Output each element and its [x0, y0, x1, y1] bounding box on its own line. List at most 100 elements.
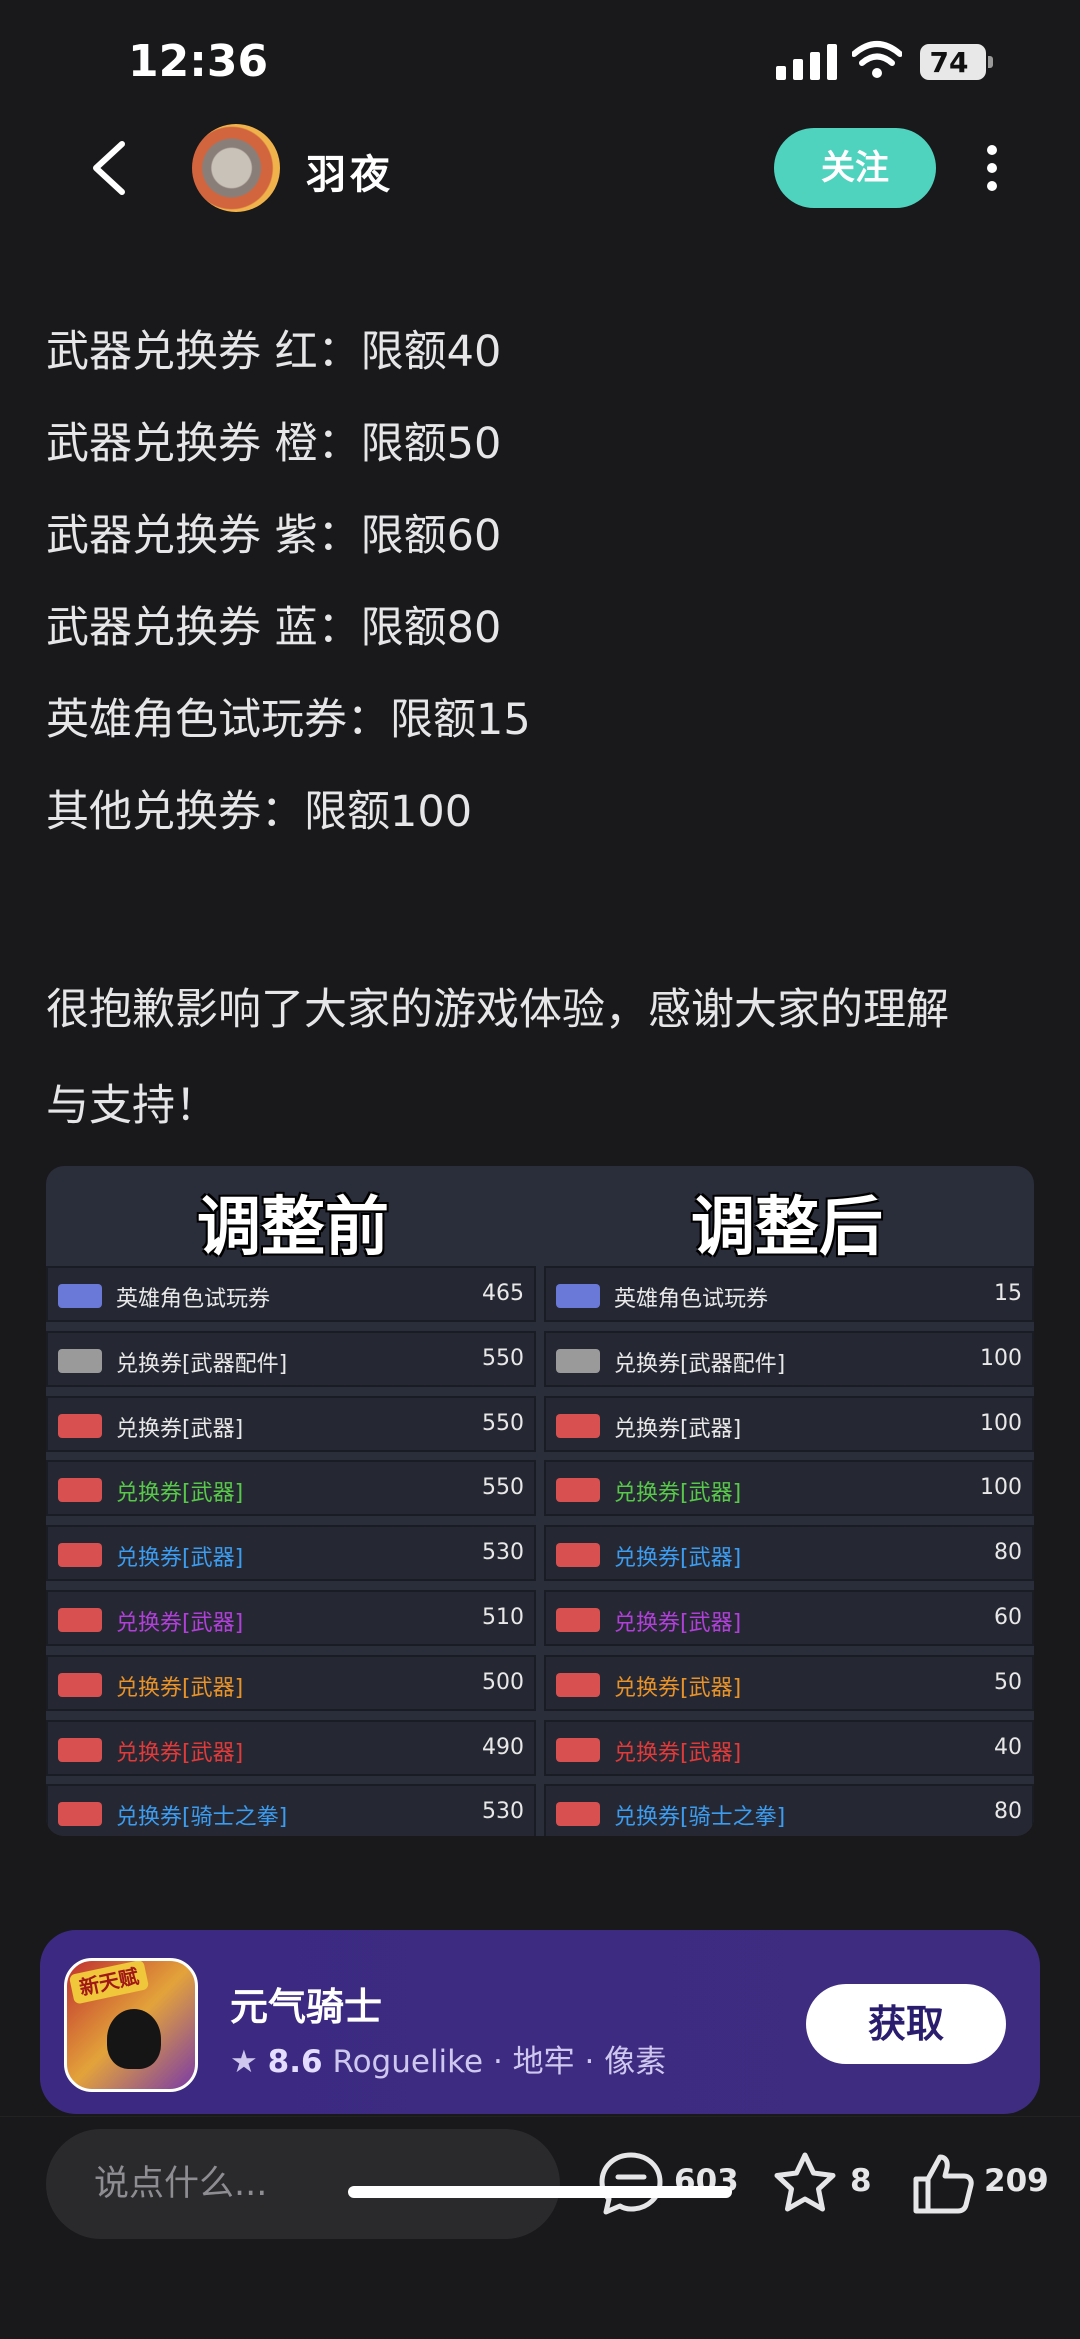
ticket-quota: 490: [482, 1734, 524, 1760]
closing-paragraph: 很抱歉影响了大家的游戏体验，感谢大家的理解 与支持！: [46, 962, 1046, 1154]
quota-line: 武器兑换券 橙：限额50: [46, 419, 502, 469]
ticket-icon: [58, 1672, 102, 1697]
battery-level: 74: [929, 46, 969, 79]
ticket-quota: 100: [980, 1410, 1022, 1436]
quota-line: 其他兑换券：限额100: [46, 787, 473, 837]
ticket-row: 兑换券[武器] 500: [46, 1654, 536, 1711]
game-rating: 8.6: [267, 2044, 323, 2080]
ticket-row: 兑换券[武器] 50: [544, 1654, 1034, 1711]
signal-icon: [776, 44, 837, 80]
ticket-icon: [58, 1478, 102, 1503]
ticket-name: 兑换券[武器]: [116, 1610, 244, 1636]
wifi-icon: [852, 41, 902, 78]
battery-icon: 74: [920, 44, 994, 80]
ticket-row: 兑换券[骑士之拳] 530: [46, 1784, 536, 1836]
quota-line: 英雄角色试玩券：限额15: [46, 695, 531, 745]
game-icon-badge: 新天赋: [68, 1961, 150, 2005]
ticket-row: 兑换券[武器] 40: [544, 1719, 1034, 1776]
ticket-icon: [58, 1802, 102, 1827]
ticket-row: 兑换券[骑士之拳] 80: [544, 1784, 1034, 1836]
ticket-icon: [58, 1348, 102, 1373]
before-title: 调整前: [197, 1191, 389, 1265]
thumbs-up-icon: [913, 2154, 974, 2214]
ticket-row: 兑换券[武器] 490: [46, 1719, 536, 1776]
like-count: 209: [984, 2163, 1049, 2199]
ticket-quota: 100: [980, 1345, 1022, 1371]
home-indicator: [348, 2186, 732, 2198]
ticket-name: 兑换券[武器]: [614, 1481, 742, 1507]
ticket-quota: 465: [482, 1281, 524, 1306]
ticket-icon: [556, 1672, 600, 1697]
author-avatar[interactable]: [192, 124, 280, 212]
before-column: 英雄角色试玩券 465 兑换券[武器配件] 550 兑换券[武器] 550 兑换券[武器] 5…: [46, 1266, 536, 1836]
ticket-quota: 510: [482, 1604, 524, 1630]
ticket-name: 兑换券[武器]: [614, 1546, 742, 1572]
ticket-icon: [556, 1413, 600, 1438]
comment-button[interactable]: 603: [596, 2149, 739, 2219]
author-name[interactable]: 羽夜: [306, 142, 394, 200]
ticket-row: 兑换券[武器] 550: [46, 1395, 536, 1452]
quota-line: 武器兑换券 蓝：限额80: [46, 603, 502, 653]
favorite-count: 8: [850, 2163, 872, 2199]
after-title: 调整后: [691, 1191, 883, 1265]
ticket-row: 兑换券[武器] 550: [46, 1460, 536, 1517]
ticket-row: 兑换券[武器] 100: [544, 1460, 1034, 1517]
ticket-quota: 15: [994, 1281, 1022, 1306]
ticket-row: 兑换券[武器] 60: [544, 1589, 1034, 1646]
ticket-name: 兑换券[武器]: [614, 1740, 742, 1766]
status-bar: 12:36 74: [0, 0, 1080, 120]
comment-icon: [599, 2152, 663, 2215]
ticket-quota: 80: [994, 1540, 1022, 1566]
ticket-quota: 550: [482, 1345, 524, 1371]
ticket-quota: 80: [994, 1799, 1022, 1825]
ticket-quota: 530: [482, 1799, 524, 1825]
ticket-name: 兑换券[武器]: [116, 1546, 244, 1572]
ticket-quota: 40: [994, 1734, 1022, 1760]
ticket-quota: 530: [482, 1540, 524, 1566]
comment-input[interactable]: 说点什么...: [46, 2129, 560, 2239]
ticket-name: 兑换券[武器]: [116, 1481, 244, 1507]
ticket-name: 兑换券[武器]: [614, 1675, 742, 1701]
ticket-icon: [58, 1737, 102, 1762]
comparison-image[interactable]: 调整前 调整后 英雄角色试玩券 465 兑换券[武器配件] 550 兑换券[武器] 550…: [46, 1166, 1034, 1836]
favorite-button[interactable]: 8: [770, 2149, 880, 2219]
ticket-row: 兑换券[武器配件] 550: [46, 1330, 536, 1387]
ticket-quota: 50: [994, 1669, 1022, 1695]
bottom-bar: 说点什么... 603 8 209: [0, 2116, 1080, 2339]
ticket-name: 英雄角色试玩券: [116, 1287, 271, 1312]
more-icon[interactable]: [986, 144, 998, 192]
ticket-icon: [58, 1543, 102, 1568]
game-icon[interactable]: 新天赋: [64, 1958, 198, 2092]
ticket-row: 兑换券[武器配件] 100: [544, 1330, 1034, 1387]
ticket-row: 兑换券[武器] 100: [544, 1395, 1034, 1452]
article-body: 武器兑换券 红：限额40 武器兑换券 橙：限额50 武器兑换券 紫：限额60 武…: [46, 318, 1046, 870]
closing-line: 与支持！: [46, 1081, 218, 1131]
game-card[interactable]: 新天赋 元气骑士 ★ 8.6 Roguelike · 地牢 · 像素 获取: [40, 1930, 1040, 2114]
post-header: 羽夜 关注: [0, 120, 1080, 216]
like-button[interactable]: 209: [908, 2149, 1049, 2219]
after-column: 英雄角色试玩券 15 兑换券[武器配件] 100 兑换券[武器] 100 兑换券[武器] 10…: [544, 1266, 1034, 1836]
ticket-quota: 500: [482, 1669, 524, 1695]
ticket-row: 兑换券[武器] 80: [544, 1525, 1034, 1582]
ticket-row: 英雄角色试玩券 15: [544, 1266, 1034, 1322]
ticket-icon: [556, 1478, 600, 1503]
star-icon: ★: [230, 2044, 258, 2080]
follow-button[interactable]: 关注: [774, 128, 936, 208]
ticket-name: 兑换券[武器]: [614, 1610, 742, 1636]
ticket-row: 兑换券[武器] 530: [46, 1525, 536, 1582]
ticket-icon: [58, 1607, 102, 1632]
back-icon[interactable]: [88, 140, 132, 196]
ticket-name: 兑换券[武器配件]: [116, 1351, 288, 1377]
ticket-quota: 550: [482, 1475, 524, 1501]
quota-line: 武器兑换券 红：限额40: [46, 327, 502, 377]
ticket-icon: [556, 1737, 600, 1762]
ticket-quota: 100: [980, 1475, 1022, 1501]
ticket-icon: [556, 1348, 600, 1373]
ticket-name: 兑换券[武器]: [116, 1740, 244, 1766]
game-tags: Roguelike · 地牢 · 像素: [332, 2044, 667, 2080]
ticket-name: 兑换券[武器]: [116, 1416, 244, 1442]
ticket-icon: [556, 1802, 600, 1827]
ticket-icon: [556, 1284, 600, 1308]
get-button[interactable]: 获取: [806, 1984, 1006, 2064]
ticket-name: 兑换券[武器配件]: [614, 1351, 786, 1377]
